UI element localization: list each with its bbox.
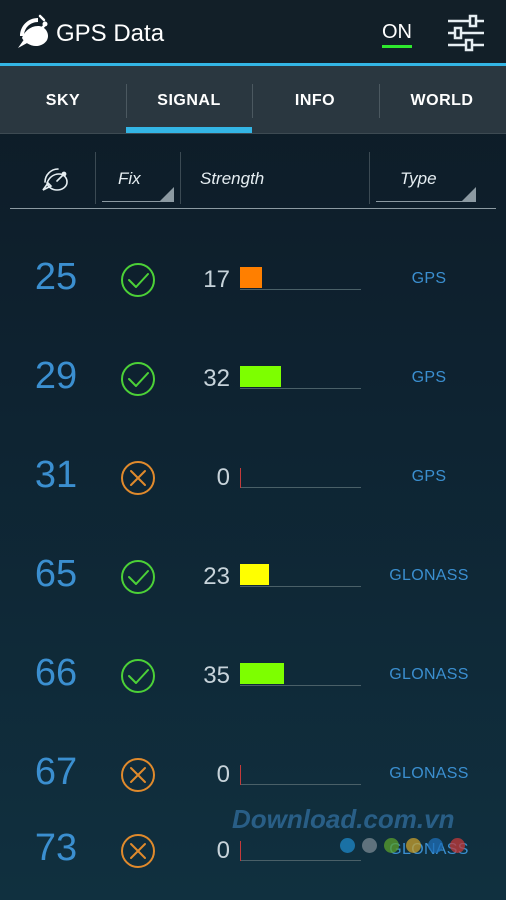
signal-bar-track [240,685,361,686]
signal-bar-track [240,860,361,861]
signal-bar [240,366,281,387]
column-divider [95,152,96,204]
tab-sky[interactable]: SKY [0,66,126,134]
watermark-text: Download.com.vn [232,804,455,834]
signal-bar [240,765,241,785]
signal-bar [240,468,241,488]
watermark-dot [450,838,465,853]
fix-column-header[interactable]: Fix [118,150,141,208]
satellite-type: GPS [411,369,447,386]
signal-bar [240,841,241,861]
settings-sliders-icon[interactable] [446,14,486,52]
selected-tab-indicator [126,127,252,133]
x-circle-icon [121,834,155,868]
column-divider [180,152,181,204]
satellite-id: 66 [34,652,78,694]
signal-strength-value: 23 [203,563,230,590]
check-circle-icon [121,362,155,396]
toggle-on-indicator [382,45,412,48]
signal-strength-value: 0 [216,761,230,788]
signal-strength-value: 17 [203,266,230,293]
tab-signal[interactable]: SIGNAL [126,66,252,134]
type-sort-underline [376,201,476,202]
header-divider [10,208,496,209]
satellite-type: GLONASS [389,567,469,584]
table-row[interactable]: 66 35 GLONASS [0,626,506,725]
satellite-type: GPS [411,270,447,287]
table-row[interactable]: 31 0 GPS [0,428,506,527]
x-circle-icon [121,758,155,792]
gps-data-app: GPS Data ON SKY SIGNAL INFO WORLD Fix St… [0,0,506,900]
signal-strength-value: 0 [216,464,230,491]
watermark-dot [384,838,399,853]
watermark-dot [428,838,443,853]
column-divider [369,152,370,204]
satellite-id: 25 [34,256,78,298]
satellite-id: 65 [34,553,78,595]
signal-bar-track [240,289,361,290]
signal-bar [240,564,269,585]
fix-sort-dropdown-icon[interactable] [160,187,174,201]
signal-strength-value: 35 [203,662,230,689]
toggle-label: ON [382,21,412,43]
satellite-id: 73 [34,827,78,869]
watermark-dot [406,838,421,853]
satellite-id: 29 [34,355,78,397]
signal-strength-value: 32 [203,365,230,392]
watermark-dot [362,838,377,853]
satellite-id: 67 [34,751,78,793]
satellite-type: GLONASS [389,666,469,683]
app-title: GPS Data [56,20,165,47]
check-circle-icon [121,560,155,594]
satellite-id: 31 [34,454,78,496]
check-circle-icon [121,659,155,693]
table-row[interactable]: 65 23 GLONASS [0,527,506,626]
check-circle-icon [121,263,155,297]
signal-bar [240,663,284,684]
x-circle-icon [121,461,155,495]
tab-info[interactable]: INFO [252,66,378,134]
type-sort-dropdown-icon[interactable] [462,187,476,201]
signal-strength-value: 0 [216,837,230,864]
satellite-dish-logo-icon[interactable] [14,14,50,52]
fix-sort-underline [102,201,174,202]
strength-column-header[interactable]: Strength [200,150,264,208]
type-column-header[interactable]: Type [400,150,437,208]
table-row[interactable]: 29 32 GPS [0,329,506,428]
tab-world[interactable]: WORLD [379,66,505,134]
action-bar: GPS Data ON [0,0,506,66]
signal-bar-track [240,487,361,488]
tracking-toggle[interactable]: ON [380,20,414,48]
signal-bar-track [240,784,361,785]
watermark-dots [338,838,468,856]
satellite-type: GPS [411,468,447,485]
table-row[interactable]: 25 17 GPS [0,230,506,329]
satellite-dish-column-icon[interactable] [40,166,70,192]
signal-bar [240,267,262,288]
signal-bar-track [240,388,361,389]
satellite-type: GLONASS [389,765,469,782]
tab-bar: SKY SIGNAL INFO WORLD [0,66,506,134]
watermark-dot [340,838,355,853]
signal-bar-track [240,586,361,587]
